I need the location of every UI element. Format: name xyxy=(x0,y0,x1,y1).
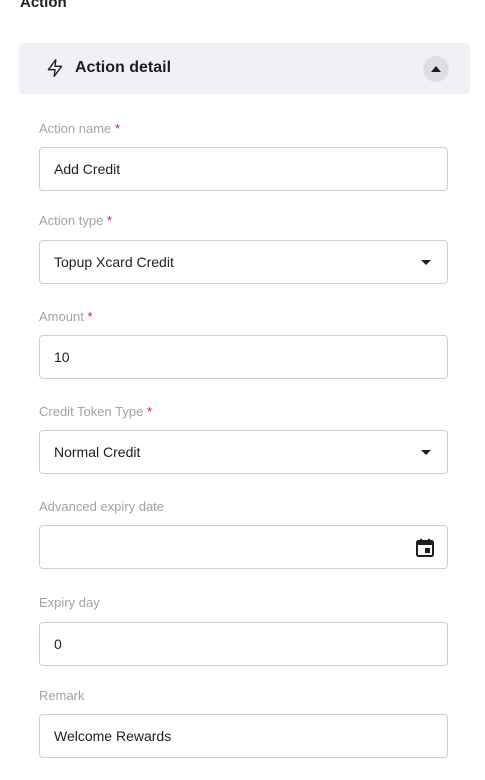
amount-label: Amount * xyxy=(39,309,93,324)
lightning-bolt-icon xyxy=(47,59,63,78)
credit-token-type-select[interactable]: Normal Credit xyxy=(39,430,448,474)
expiry-day-label: Expiry day xyxy=(39,595,100,610)
advanced-expiry-date-input[interactable] xyxy=(39,525,448,569)
required-marker: * xyxy=(114,121,120,136)
section-title: Action xyxy=(20,0,67,11)
required-marker: * xyxy=(87,309,93,324)
dropdown-arrow-icon xyxy=(421,260,431,265)
calendar-icon[interactable] xyxy=(415,538,435,558)
collapse-button[interactable] xyxy=(423,56,449,82)
dropdown-arrow-icon xyxy=(421,450,431,455)
action-type-select[interactable]: Topup Xcard Credit xyxy=(39,240,448,284)
credit-token-type-value: Normal Credit xyxy=(54,444,141,460)
amount-value: 10 xyxy=(54,349,70,365)
action-type-label: Action type * xyxy=(39,213,113,228)
action-name-input[interactable]: Add Credit xyxy=(39,147,448,191)
advanced-expiry-date-label: Advanced expiry date xyxy=(39,499,165,514)
panel-title: Action detail xyxy=(75,59,172,76)
remark-label: Remark xyxy=(39,688,85,703)
remark-input[interactable]: Welcome Rewards xyxy=(39,714,448,758)
remark-value: Welcome Rewards xyxy=(54,728,172,744)
action-name-value: Add Credit xyxy=(54,161,121,177)
amount-input[interactable]: 10 xyxy=(39,335,448,379)
action-type-value: Topup Xcard Credit xyxy=(54,254,174,270)
action-detail-panel-header[interactable]: Action detail xyxy=(19,43,470,94)
expiry-day-input[interactable]: 0 xyxy=(39,622,448,666)
expiry-day-value: 0 xyxy=(54,636,62,652)
chevron-up-icon xyxy=(431,66,441,72)
credit-token-type-label: Credit Token Type * xyxy=(39,404,152,419)
action-name-label: Action name * xyxy=(39,121,120,136)
required-marker: * xyxy=(146,404,152,419)
required-marker: * xyxy=(106,213,113,228)
